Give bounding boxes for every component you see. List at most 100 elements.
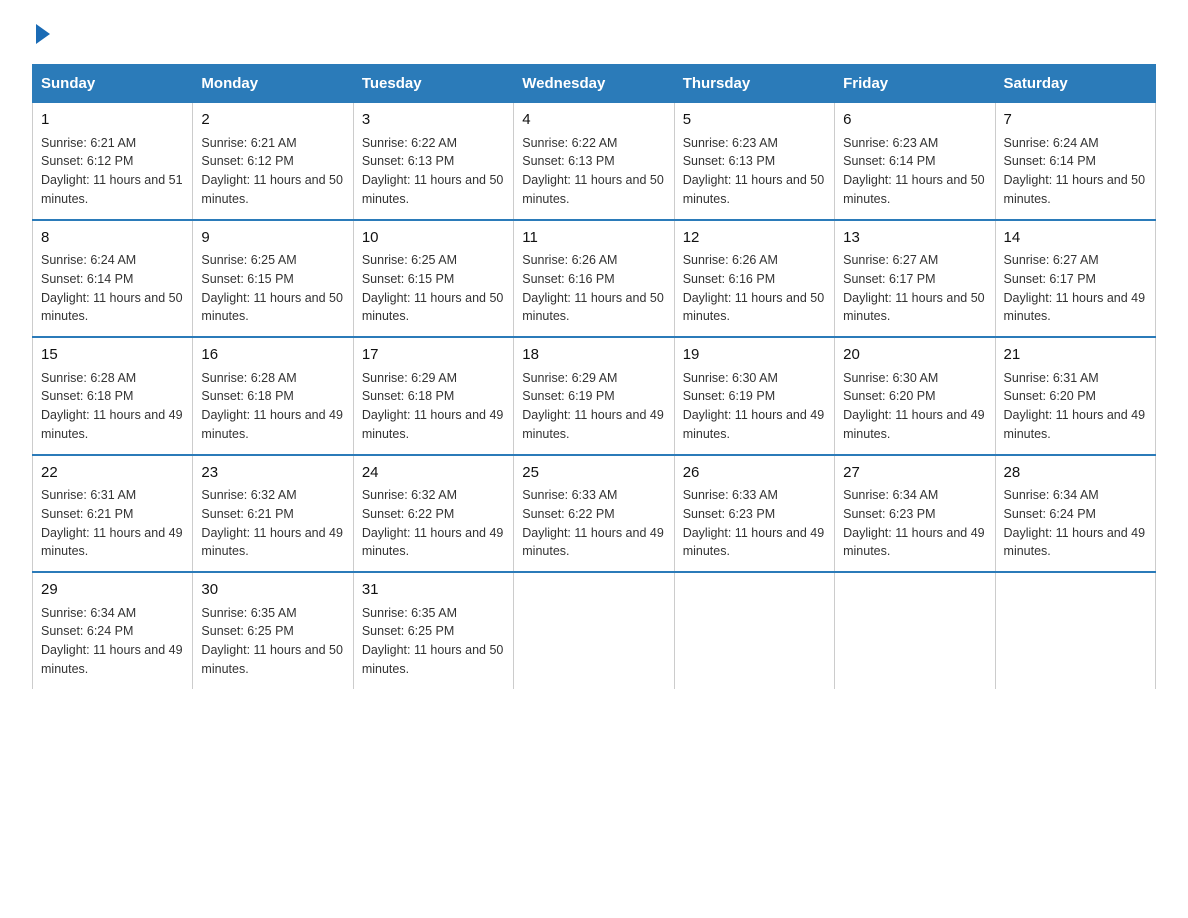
sunset-text: Sunset: 6:21 PM [201, 507, 293, 521]
sunrise-text: Sunrise: 6:23 AM [683, 136, 778, 150]
sunrise-text: Sunrise: 6:34 AM [1004, 488, 1099, 502]
sunrise-text: Sunrise: 6:33 AM [522, 488, 617, 502]
calendar-cell: 14Sunrise: 6:27 AMSunset: 6:17 PMDayligh… [995, 220, 1155, 338]
day-number: 2 [201, 109, 344, 132]
calendar-cell: 4Sunrise: 6:22 AMSunset: 6:13 PMDaylight… [514, 103, 674, 220]
day-number: 20 [843, 344, 986, 367]
day-number: 7 [1004, 109, 1147, 132]
daylight-text: Daylight: 11 hours and 49 minutes. [843, 408, 985, 441]
calendar-cell: 26 Sunrise: 6:33 AM Sunset: 6:23 PM Dayligh… [674, 455, 834, 573]
calendar-week-row: 22Sunrise: 6:31 AMSunset: 6:21 PMDayligh… [33, 455, 1156, 573]
sunrise-text: Sunrise: 6:28 AM [41, 371, 136, 385]
calendar-cell: 19Sunrise: 6:30 AMSunset: 6:19 PMDayligh… [674, 337, 834, 455]
daylight-text: Daylight: 11 hours and 49 minutes. [683, 408, 825, 441]
sunset-text: Sunset: 6:24 PM [41, 624, 133, 638]
sunrise-text: Sunrise: 6:35 AM [201, 606, 296, 620]
calendar-week-row: 1 Sunrise: 6:21 AM Sunset: 6:12 PM Daylight… [33, 103, 1156, 220]
sunset-text: Sunset: 6:13 PM [522, 154, 614, 168]
sunrise-text: Sunrise: 6:21 AM [201, 136, 296, 150]
daylight-text: Daylight: 11 hours and 51 minutes. [41, 173, 183, 206]
daylight-text: Daylight: 11 hours and 50 minutes. [201, 291, 343, 324]
sunrise-text: Sunrise: 6:27 AM [843, 253, 938, 267]
calendar-cell: 23Sunrise: 6:32 AMSunset: 6:21 PMDayligh… [193, 455, 353, 573]
daylight-text: Daylight: 11 hours and 49 minutes. [201, 408, 343, 441]
sunset-text: Sunset: 6:20 PM [1004, 389, 1096, 403]
sunset-text: Sunset: 6:23 PM [683, 507, 775, 521]
sunrise-text: Sunrise: 6:33 AM [683, 488, 778, 502]
sunrise-text: Sunrise: 6:21 AM [41, 136, 136, 150]
calendar-cell: 15 Sunrise: 6:28 AM Sunset: 6:18 PM Dayligh… [33, 337, 193, 455]
daylight-text: Daylight: 11 hours and 49 minutes. [201, 526, 343, 559]
sunrise-text: Sunrise: 6:32 AM [362, 488, 457, 502]
day-number: 26 [683, 462, 826, 485]
sunset-text: Sunset: 6:25 PM [362, 624, 454, 638]
calendar-cell: 11Sunrise: 6:26 AMSunset: 6:16 PMDayligh… [514, 220, 674, 338]
calendar-cell: 29Sunrise: 6:34 AMSunset: 6:24 PMDayligh… [33, 572, 193, 689]
sunset-text: Sunset: 6:20 PM [843, 389, 935, 403]
sunset-text: Sunset: 6:13 PM [362, 154, 454, 168]
sunset-text: Sunset: 6:13 PM [683, 154, 775, 168]
calendar-cell: 17Sunrise: 6:29 AMSunset: 6:18 PMDayligh… [353, 337, 513, 455]
day-number: 3 [362, 109, 505, 132]
calendar-cell: 3Sunrise: 6:22 AMSunset: 6:13 PMDaylight… [353, 103, 513, 220]
calendar-cell: 2Sunrise: 6:21 AMSunset: 6:12 PMDaylight… [193, 103, 353, 220]
sunset-text: Sunset: 6:18 PM [41, 389, 133, 403]
sunset-text: Sunset: 6:12 PM [41, 154, 133, 168]
daylight-text: Daylight: 11 hours and 49 minutes. [843, 526, 985, 559]
calendar-cell: 7Sunrise: 6:24 AMSunset: 6:14 PMDaylight… [995, 103, 1155, 220]
day-number: 12 [683, 227, 826, 250]
calendar-cell [674, 572, 834, 689]
daylight-text: Daylight: 11 hours and 50 minutes. [362, 291, 504, 324]
calendar-cell [514, 572, 674, 689]
sunrise-text: Sunrise: 6:34 AM [843, 488, 938, 502]
daylight-text: Daylight: 11 hours and 50 minutes. [683, 173, 825, 206]
daylight-text: Daylight: 11 hours and 49 minutes. [362, 526, 504, 559]
daylight-text: Daylight: 11 hours and 49 minutes. [41, 408, 183, 441]
day-number: 11 [522, 227, 665, 250]
daylight-text: Daylight: 11 hours and 50 minutes. [201, 173, 343, 206]
daylight-text: Daylight: 11 hours and 49 minutes. [41, 643, 183, 676]
sunset-text: Sunset: 6:19 PM [522, 389, 614, 403]
sunset-text: Sunset: 6:14 PM [843, 154, 935, 168]
calendar-cell: 31Sunrise: 6:35 AMSunset: 6:25 PMDayligh… [353, 572, 513, 689]
day-number: 21 [1004, 344, 1147, 367]
sunset-text: Sunset: 6:22 PM [522, 507, 614, 521]
daylight-text: Daylight: 11 hours and 50 minutes. [362, 643, 504, 676]
day-number: 27 [843, 462, 986, 485]
day-number: 15 [41, 344, 184, 367]
calendar-cell: 5Sunrise: 6:23 AMSunset: 6:13 PMDaylight… [674, 103, 834, 220]
day-header-monday: Monday [193, 65, 353, 103]
calendar-table: SundayMondayTuesdayWednesdayThursdayFrid… [32, 64, 1156, 689]
day-number: 1 [41, 109, 184, 132]
daylight-text: Daylight: 11 hours and 49 minutes. [683, 526, 825, 559]
day-number: 28 [1004, 462, 1147, 485]
sunset-text: Sunset: 6:15 PM [362, 272, 454, 286]
day-number: 30 [201, 579, 344, 602]
sunset-text: Sunset: 6:16 PM [683, 272, 775, 286]
day-number: 16 [201, 344, 344, 367]
daylight-text: Daylight: 11 hours and 49 minutes. [362, 408, 504, 441]
sunset-text: Sunset: 6:15 PM [201, 272, 293, 286]
logo-arrow-icon [36, 24, 50, 44]
calendar-cell: 27Sunrise: 6:34 AMSunset: 6:23 PMDayligh… [835, 455, 995, 573]
calendar-cell: 24Sunrise: 6:32 AMSunset: 6:22 PMDayligh… [353, 455, 513, 573]
sunset-text: Sunset: 6:18 PM [201, 389, 293, 403]
sunset-text: Sunset: 6:16 PM [522, 272, 614, 286]
daylight-text: Daylight: 11 hours and 49 minutes. [522, 526, 664, 559]
daylight-text: Daylight: 11 hours and 50 minutes. [41, 291, 183, 324]
calendar-cell: 9Sunrise: 6:25 AMSunset: 6:15 PMDaylight… [193, 220, 353, 338]
calendar-cell: 10Sunrise: 6:25 AMSunset: 6:15 PMDayligh… [353, 220, 513, 338]
calendar-cell: 16Sunrise: 6:28 AMSunset: 6:18 PMDayligh… [193, 337, 353, 455]
daylight-text: Daylight: 11 hours and 50 minutes. [1004, 173, 1146, 206]
sunrise-text: Sunrise: 6:29 AM [522, 371, 617, 385]
sunrise-text: Sunrise: 6:27 AM [1004, 253, 1099, 267]
day-number: 25 [522, 462, 665, 485]
calendar-cell: 25 Sunrise: 6:33 AM Sunset: 6:22 PM Dayligh… [514, 455, 674, 573]
calendar-cell: 18Sunrise: 6:29 AMSunset: 6:19 PMDayligh… [514, 337, 674, 455]
day-header-friday: Friday [835, 65, 995, 103]
logo [32, 24, 50, 44]
calendar-cell: 21Sunrise: 6:31 AMSunset: 6:20 PMDayligh… [995, 337, 1155, 455]
calendar-cell [835, 572, 995, 689]
sunset-text: Sunset: 6:18 PM [362, 389, 454, 403]
day-number: 23 [201, 462, 344, 485]
